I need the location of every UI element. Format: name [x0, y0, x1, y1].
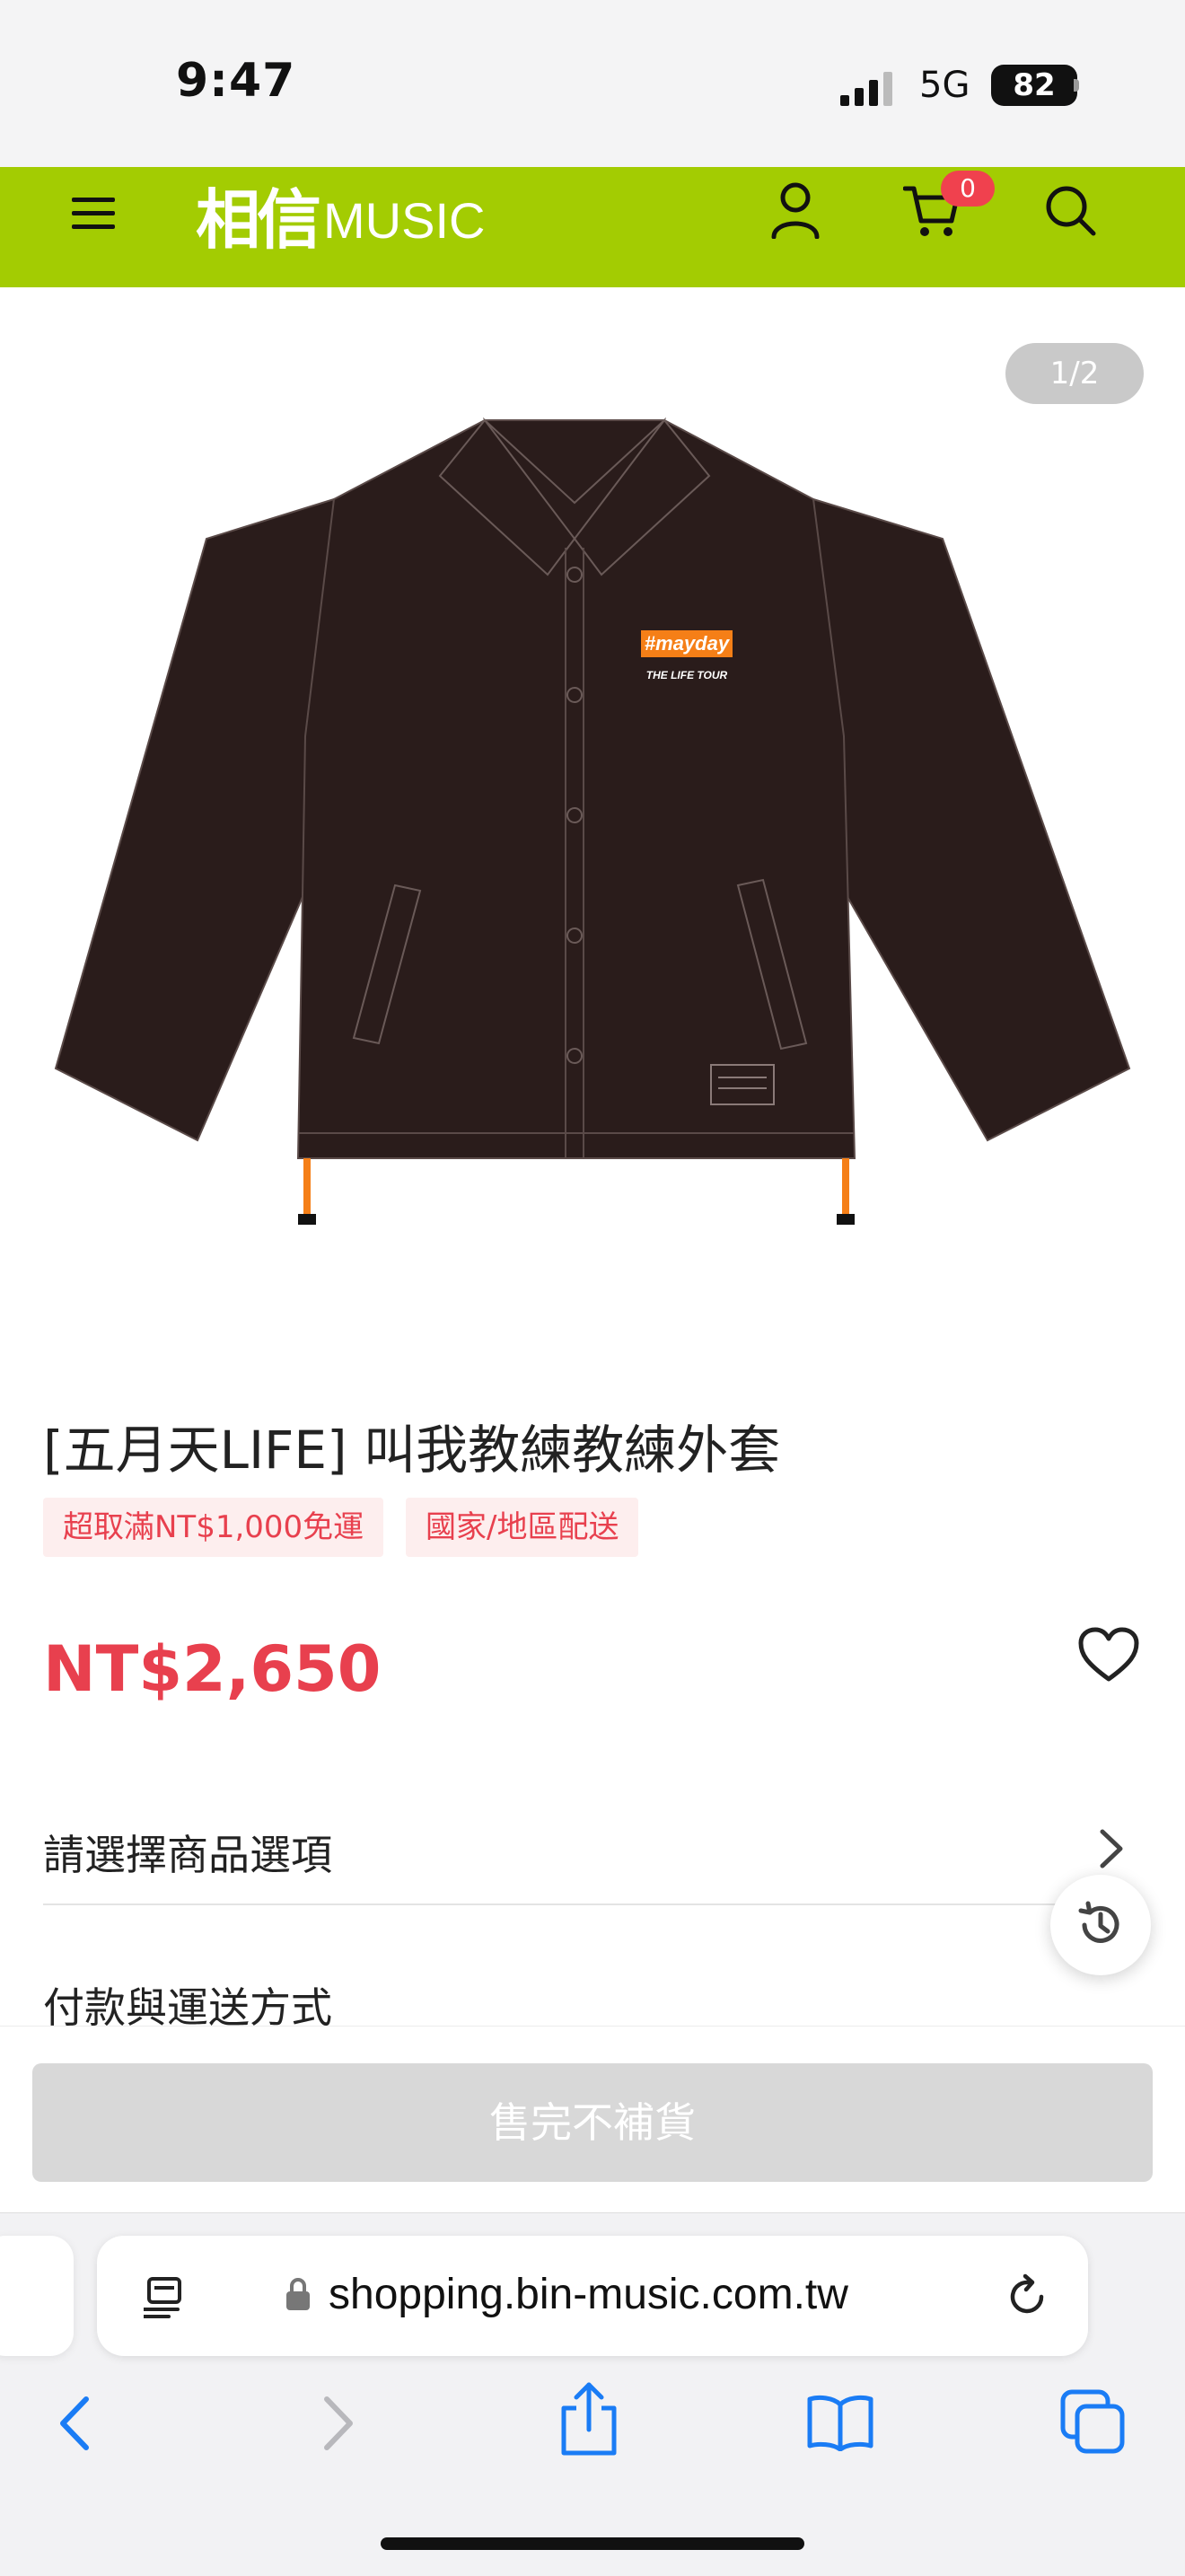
previous-tab-card[interactable]: [0, 2236, 74, 2356]
account-icon[interactable]: [770, 181, 821, 239]
delivery-region-tag: 國家/地區配送: [406, 1498, 639, 1557]
back-arrow-icon[interactable]: [45, 2392, 108, 2455]
history-icon: [1078, 1901, 1119, 1943]
cart-count-badge: 0: [941, 171, 995, 207]
logo-cn-text: 相信: [196, 181, 321, 258]
browsing-history-button[interactable]: [1050, 1875, 1151, 1975]
hamburger-menu-icon[interactable]: [72, 192, 115, 235]
share-icon[interactable]: [555, 2381, 623, 2457]
battery-level: 82: [991, 65, 1077, 106]
tabs-overview-icon[interactable]: [1059, 2388, 1126, 2455]
home-indicator[interactable]: [381, 2537, 804, 2550]
address-bar[interactable]: shopping.bin-music.com.tw: [97, 2236, 1088, 2356]
product-image[interactable]: #mayday THE LIFE TOUR: [45, 395, 1140, 1248]
network-type: 5G: [919, 65, 970, 106]
search-icon[interactable]: [1043, 183, 1097, 237]
forward-arrow-icon[interactable]: [305, 2392, 368, 2455]
sold-out-button[interactable]: 售完不補貨: [32, 2063, 1153, 2182]
product-options-row[interactable]: 請選擇商品選項: [43, 1814, 1140, 1905]
status-time: 9:47: [176, 54, 296, 108]
product-price: NT$2,650: [43, 1632, 382, 1706]
jacket-illustration: [54, 417, 1131, 1225]
logo-music-text: MUSIC: [323, 191, 486, 249]
jacket-logo-text: #mayday: [645, 632, 731, 655]
page-menu-icon[interactable]: [144, 2275, 185, 2318]
free-shipping-tag: 超取滿NT$1,000免運: [43, 1498, 384, 1557]
payment-shipping-label: 付款與運送方式: [43, 1983, 332, 2029]
product-title: [五月天LIFE] 叫我教練教練外套: [43, 1420, 781, 1481]
url-text: shopping.bin-music.com.tw: [329, 2271, 848, 2318]
reload-icon[interactable]: [1004, 2273, 1050, 2320]
heart-icon[interactable]: [1077, 1627, 1140, 1684]
bookmarks-icon[interactable]: [806, 2394, 874, 2451]
chevron-right-icon: [1100, 1829, 1123, 1868]
cellular-signal-icon: [840, 72, 892, 106]
jacket-tour-text: THE LIFE TOUR: [646, 669, 728, 681]
site-header: [0, 167, 1185, 287]
lock-icon: [286, 2278, 310, 2310]
product-options-label: 請選擇商品選項: [43, 1831, 332, 1879]
payment-shipping-row[interactable]: 付款與運送方式: [43, 1966, 1140, 2029]
battery-tip: [1074, 79, 1079, 92]
brand-logo[interactable]: 相信 MUSIC: [196, 178, 486, 258]
